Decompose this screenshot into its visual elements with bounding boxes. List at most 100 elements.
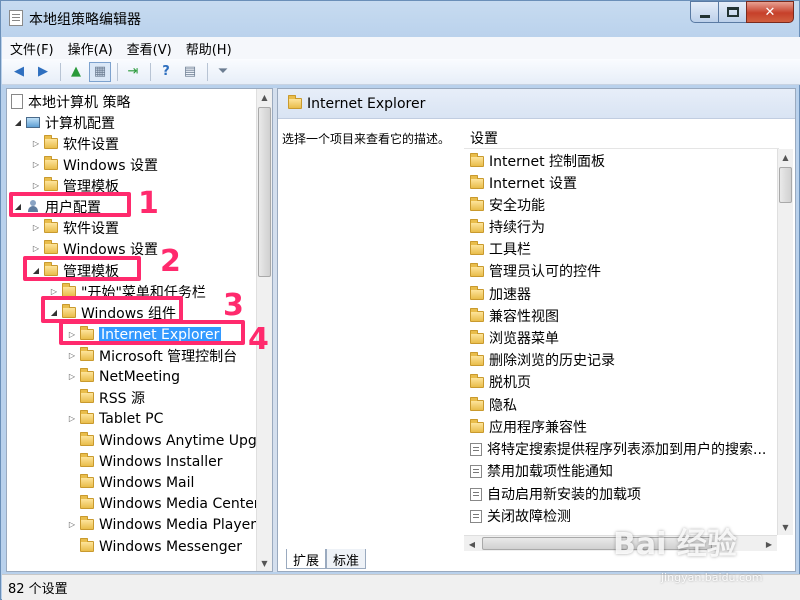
tree-node-label: Windows 设置 <box>63 157 158 174</box>
minimize-button[interactable] <box>690 1 718 23</box>
tree-node-component[interactable]: ▷ NetMeeting <box>67 366 180 387</box>
folder-icon <box>80 347 94 361</box>
scroll-down-icon[interactable]: ▼ <box>778 519 793 535</box>
title-bar[interactable]: 本地组策略编辑器 ✕ <box>1 1 799 35</box>
expand-arrow-icon[interactable]: ▷ <box>31 181 41 190</box>
list-item-setting[interactable]: 将特定搜索提供程序列表添加到用户的搜索... <box>470 438 766 460</box>
annotation-box <box>41 296 183 323</box>
tree-node-component[interactable]: RSS 源 <box>80 387 145 408</box>
tree-node-label: 计算机配置 <box>45 115 115 132</box>
properties-icon[interactable]: ▤ <box>179 62 201 82</box>
scroll-right-icon[interactable]: ▶ <box>761 536 777 552</box>
list-item-folder[interactable]: 浏览器菜单 <box>470 327 559 349</box>
column-header-setting[interactable]: 设置 <box>464 127 779 149</box>
maximize-button[interactable] <box>718 1 746 23</box>
list-item-setting[interactable]: 禁用加载项性能通知 <box>470 460 613 482</box>
list-item-label: 脱机页 <box>489 375 531 391</box>
list-item-folder[interactable]: 持续行为 <box>470 216 545 238</box>
forward-icon[interactable]: ▶ <box>32 62 54 82</box>
export-list-icon[interactable]: ⇥ <box>122 62 144 82</box>
menu-file[interactable]: 文件(F) <box>10 39 54 58</box>
tree-node-label: Windows Messenger <box>99 538 242 555</box>
list-item-folder[interactable]: 应用程序兼容性 <box>470 416 587 438</box>
expand-arrow-icon[interactable]: ▷ <box>49 287 59 296</box>
tree-node-label: RSS 源 <box>99 390 145 407</box>
tree-node-label: Windows Installer <box>99 453 223 470</box>
expand-arrow-icon[interactable]: ▷ <box>67 414 77 423</box>
list-item-label: 删除浏览的历史记录 <box>489 353 615 369</box>
scroll-up-icon[interactable]: ▲ <box>257 89 272 105</box>
expand-arrow-icon[interactable]: ▷ <box>31 223 41 232</box>
tree-node-component[interactable]: ▷ Microsoft 管理控制台 <box>67 345 237 366</box>
expand-arrow-icon[interactable]: ▷ <box>67 520 77 529</box>
filter-icon[interactable]: ⏷ <box>212 62 234 82</box>
folder-icon <box>80 389 94 403</box>
scroll-thumb[interactable] <box>258 107 271 277</box>
list-item-label: Internet 设置 <box>489 176 578 192</box>
tree-node-root[interactable]: 本地计算机 策略 <box>11 91 130 112</box>
folder-icon <box>470 396 484 411</box>
tree-node-software-settings[interactable]: ▷ 软件设置 <box>31 217 119 238</box>
list-item-folder[interactable]: 加速器 <box>470 283 531 305</box>
expand-arrow-icon[interactable]: ▷ <box>67 372 77 381</box>
tab-extended[interactable]: 扩展 <box>286 549 327 569</box>
list-item-setting[interactable]: 关闭故障检测 <box>470 505 571 527</box>
close-button[interactable]: ✕ <box>746 1 794 23</box>
show-hide-tree-icon[interactable]: ▦ <box>89 61 111 82</box>
tab-standard[interactable]: 标准 <box>326 549 367 569</box>
list-item-folder[interactable]: 工具栏 <box>470 238 531 260</box>
scroll-left-icon[interactable]: ◀ <box>464 536 480 552</box>
menu-action[interactable]: 操作(A) <box>68 39 113 58</box>
tree-node-component[interactable]: Windows Messenger <box>80 536 242 557</box>
folder-icon <box>470 373 484 388</box>
list-item-label: 加速器 <box>489 287 531 303</box>
tree-node-component[interactable]: ▷ Windows Media Player <box>67 514 256 535</box>
list-item-folder[interactable]: 删除浏览的历史记录 <box>470 349 615 371</box>
tree-node-component[interactable]: Windows Mail <box>80 472 194 493</box>
list-item-folder[interactable]: 兼容性视图 <box>470 305 559 327</box>
scroll-thumb[interactable] <box>779 167 792 203</box>
tree-node-software-settings[interactable]: ▷ 软件设置 <box>31 133 119 154</box>
menu-view[interactable]: 查看(V) <box>127 39 172 58</box>
list-item-label: 隐私 <box>489 398 517 414</box>
folder-icon <box>80 432 94 446</box>
list-vertical-scrollbar[interactable]: ▲ ▼ <box>777 149 793 535</box>
list-item-setting[interactable]: 自动启用新安装的加载项 <box>470 483 641 505</box>
tree-node-computer-config[interactable]: ◢ 计算机配置 <box>13 112 115 133</box>
up-folder-icon[interactable]: ▲ <box>65 62 87 82</box>
folder-icon <box>80 538 94 552</box>
list-item-folder[interactable]: 安全功能 <box>470 194 545 216</box>
list-item-folder[interactable]: 脱机页 <box>470 371 531 393</box>
help-icon[interactable]: ? <box>155 62 177 82</box>
collapse-arrow-icon[interactable]: ◢ <box>13 118 23 127</box>
back-icon[interactable]: ◀ <box>8 62 30 82</box>
list-item-folder[interactable]: Internet 控制面板 <box>470 150 605 172</box>
list-item-label: 应用程序兼容性 <box>489 420 587 436</box>
list-item-folder[interactable]: 管理员认可的控件 <box>470 260 601 282</box>
scroll-up-icon[interactable]: ▲ <box>778 149 793 165</box>
scroll-down-icon[interactable]: ▼ <box>257 555 272 571</box>
list-item-label: 浏览器菜单 <box>489 331 559 347</box>
policy-setting-icon <box>470 487 482 501</box>
expand-arrow-icon[interactable]: ▷ <box>31 244 41 253</box>
tree-node-component[interactable]: Windows Media Center <box>80 493 257 514</box>
tree-node-component[interactable]: Windows Installer <box>80 451 222 472</box>
expand-arrow-icon[interactable]: ▷ <box>31 160 41 169</box>
folder-icon <box>470 351 484 366</box>
annotation-box <box>23 256 141 281</box>
expand-arrow-icon[interactable]: ▷ <box>67 351 77 360</box>
content-area: 本地计算机 策略 ◢ 计算机配置 ▷ 软件设置 ▷ Windows 设置 ▷ 管… <box>6 88 796 572</box>
folder-icon <box>470 196 484 211</box>
menu-help[interactable]: 帮助(H) <box>186 39 232 58</box>
minimize-icon <box>699 14 710 18</box>
expand-arrow-icon[interactable]: ▷ <box>31 139 41 148</box>
list-item-folder[interactable]: Internet 设置 <box>470 172 577 194</box>
tree-node-windows-settings[interactable]: ▷ Windows 设置 <box>31 154 158 175</box>
tree-node-component[interactable]: Windows Anytime Upgrade <box>80 430 257 451</box>
tree-node-label: Windows Anytime Upgrade <box>99 432 257 449</box>
tree-pane: 本地计算机 策略 ◢ 计算机配置 ▷ 软件设置 ▷ Windows 设置 ▷ 管… <box>6 88 273 572</box>
folder-icon <box>470 152 484 167</box>
list-item-folder[interactable]: 隐私 <box>470 394 517 416</box>
tree-node-component[interactable]: ▷ Tablet PC <box>67 408 163 429</box>
computer-icon <box>26 117 40 128</box>
